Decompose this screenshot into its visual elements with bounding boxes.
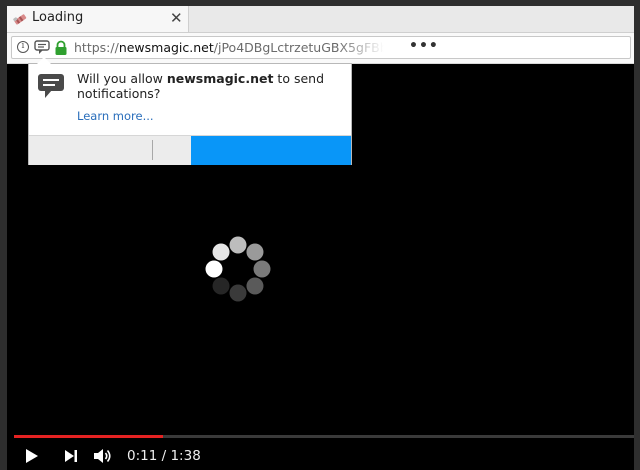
- spinner-dot: [205, 260, 223, 278]
- notification-permission-popup: Will you allow newsmagic.net to send not…: [28, 57, 352, 165]
- spinner-dot: [246, 277, 264, 295]
- browser-window: Loading ✕ i https://newsmagic.net/jPo4DB…: [7, 6, 634, 470]
- allow-button[interactable]: [191, 136, 351, 165]
- notification-icon[interactable]: [34, 40, 50, 55]
- tab-strip: Loading ✕: [7, 6, 634, 33]
- volume-icon[interactable]: [93, 447, 113, 465]
- play-icon[interactable]: [25, 449, 39, 463]
- loading-favicon-icon: [13, 14, 27, 25]
- tab-title: Loading: [32, 10, 84, 25]
- info-icon[interactable]: i: [17, 41, 29, 53]
- url-text[interactable]: https://newsmagic.net/jPo4DBgLctrzetuGBX…: [74, 40, 384, 55]
- time-separator: /: [157, 448, 171, 464]
- spinner-dot: [229, 284, 247, 302]
- spinner-dot: [253, 260, 271, 278]
- more-icon[interactable]: •••: [409, 38, 439, 54]
- button-dropdown-separator: [152, 140, 153, 160]
- dont-allow-button[interactable]: [29, 136, 191, 165]
- next-icon[interactable]: [64, 449, 78, 463]
- spinner-dot: [229, 236, 247, 254]
- popup-button-row: [29, 135, 351, 165]
- loading-spinner-icon: [205, 236, 271, 302]
- navigation-bar: i https://newsmagic.net/jPo4DBgLctrzetuG…: [7, 33, 634, 64]
- url-host: newsmagic.net: [118, 40, 214, 55]
- spinner-dot: [212, 277, 230, 295]
- time-display: 0:11 / 1:38: [127, 448, 201, 464]
- progress-bar[interactable]: [14, 435, 634, 438]
- url-scheme: https://: [74, 40, 119, 55]
- popup-arrow: [37, 57, 51, 64]
- learn-more-link[interactable]: Learn more...: [77, 109, 154, 123]
- notification-bubble-icon: [38, 74, 64, 98]
- tab-loading[interactable]: Loading ✕: [7, 6, 189, 32]
- url-bar[interactable]: i https://newsmagic.net/jPo4DBgLctrzetuG…: [11, 36, 631, 59]
- message-prefix: Will you allow: [77, 71, 167, 86]
- player-controls: 0:11 / 1:38: [7, 442, 634, 470]
- tab-close-icon[interactable]: ✕: [170, 10, 183, 26]
- popup-site-name: newsmagic.net: [166, 71, 274, 86]
- progress-fill: [14, 435, 163, 438]
- current-time: 0:11: [127, 448, 158, 464]
- lock-icon[interactable]: [54, 40, 68, 56]
- popup-message: Will you allow newsmagic.net to send not…: [77, 71, 337, 101]
- spinner-dot: [212, 243, 230, 261]
- duration: 1:38: [170, 448, 201, 464]
- url-path: /jPo4DBgLctrzetuGBX5gFBbDJoK: [213, 40, 384, 55]
- spinner-dot: [246, 243, 264, 261]
